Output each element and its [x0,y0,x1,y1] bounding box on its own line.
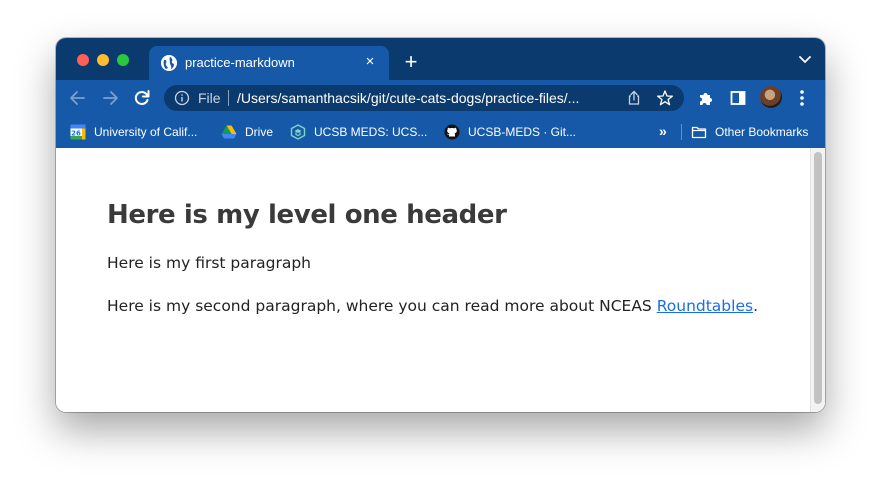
level-one-header: Here is my level one header [107,200,507,230]
tab-search-chevron-icon[interactable] [797,53,813,67]
info-icon[interactable] [174,90,190,106]
side-panel-icon[interactable] [730,90,746,106]
url-text[interactable]: /Users/samanthacsik/git/cute-cats-dogs/p… [237,90,621,106]
reload-icon[interactable] [132,88,152,108]
window-minimize-button[interactable] [97,54,109,66]
extensions-puzzle-icon[interactable] [697,89,715,107]
other-bookmarks-folder[interactable]: Other Bookmarks [691,122,808,142]
window-maximize-button[interactable] [117,54,129,66]
bookmark-label: Drive [245,125,274,139]
scheme-label: File [198,90,221,106]
bookmark-github[interactable]: UCSB-MEDS · Git... [444,122,576,142]
bookmark-drive[interactable]: Drive [221,122,273,142]
browser-window: practice-markdown × + File /Users/samant… [56,38,825,412]
calendar-26-icon: 26 [70,124,86,140]
first-paragraph: Here is my first paragraph [107,254,311,272]
window-close-button[interactable] [77,54,89,66]
second-paragraph-end: . [753,297,759,315]
new-tab-button[interactable]: + [400,51,422,73]
bookmark-label: UCSB MEDS: UCS... [314,125,428,139]
forward-arrow-icon[interactable] [100,88,120,108]
github-icon [444,124,460,140]
bookmark-ucsb-meds[interactable]: UCSB MEDS: UCS... [290,122,427,142]
tab-title: practice-markdown [185,55,295,70]
tab-strip: practice-markdown × + [56,38,825,80]
share-icon[interactable] [626,90,642,106]
folder-icon [691,124,707,140]
bookmarks-overflow-button[interactable]: » [659,123,667,139]
google-drive-icon [221,124,237,140]
scrollbar-thumb[interactable] [814,152,822,404]
roundtables-link[interactable]: Roundtables [657,297,753,315]
tab-close-icon[interactable]: × [361,53,379,71]
second-paragraph: Here is my second paragraph, where you c… [107,297,758,315]
second-paragraph-text: Here is my second paragraph, where you c… [107,297,657,315]
more-menu-icon[interactable] [799,89,805,107]
page-content: Here is my level one header Here is my f… [56,148,825,412]
bookmark-university-calendar[interactable]: 26 University of Calif... [70,122,197,142]
meds-icon [290,124,306,140]
other-bookmarks-label: Other Bookmarks [715,125,809,139]
bookmarks-divider [681,124,682,140]
toolbar: File /Users/samanthacsik/git/cute-cats-d… [56,80,825,116]
bookmark-star-icon[interactable] [656,89,674,107]
scrollbar[interactable] [810,148,825,412]
address-divider [228,90,229,106]
address-bar[interactable]: File /Users/samanthacsik/git/cute-cats-d… [164,85,684,111]
bookmark-label: University of Calif... [94,125,198,139]
bookmark-label: UCSB-MEDS · Git... [468,125,577,139]
profile-avatar[interactable] [760,86,782,108]
back-arrow-icon[interactable] [68,88,88,108]
globe-icon [161,55,177,71]
calendar-badge-text: 26 [71,130,81,138]
bookmarks-bar: 26 University of Calif... Drive UCSB MED… [56,116,825,148]
tab-practice-markdown[interactable]: practice-markdown × [149,46,389,80]
